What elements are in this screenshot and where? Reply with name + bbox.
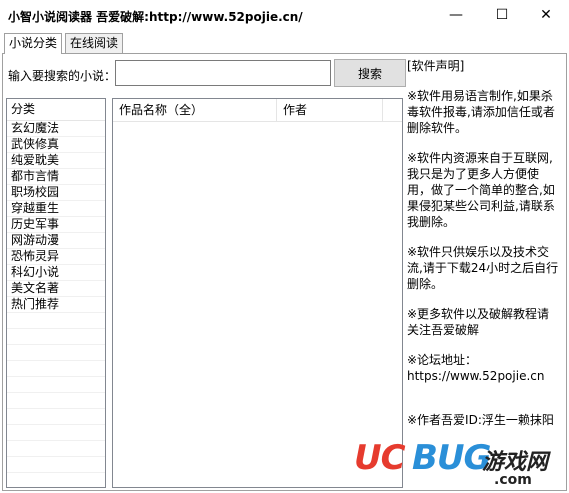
empty-row bbox=[7, 425, 105, 441]
list-item[interactable]: 武侠修真 bbox=[7, 137, 105, 153]
list-item[interactable]: 历史军事 bbox=[7, 217, 105, 233]
list-item[interactable]: 热门推荐 bbox=[7, 297, 105, 313]
disclaimer-paragraph: ※软件用易语言制作,如果杀毒软件报毒,请添加信任或者删除软件。 bbox=[407, 89, 555, 135]
search-label: 输入要搜索的小说： bbox=[8, 69, 117, 83]
list-item[interactable]: 纯爱耽美 bbox=[7, 153, 105, 169]
watermark-uc: UC bbox=[354, 438, 406, 478]
works-table-header: 作品名称（全） 作者 bbox=[113, 99, 402, 122]
empty-row bbox=[7, 441, 105, 457]
empty-row bbox=[7, 457, 105, 473]
list-item[interactable]: 恐怖灵异 bbox=[7, 249, 105, 265]
maximize-icon: ☐ bbox=[495, 7, 509, 23]
close-button[interactable]: ✕ bbox=[523, 0, 569, 30]
works-table[interactable]: 作品名称（全） 作者 bbox=[112, 98, 403, 488]
minimize-icon: — bbox=[449, 7, 463, 23]
tab-novel-categories[interactable]: 小说分类 bbox=[4, 33, 63, 54]
empty-row bbox=[7, 361, 105, 377]
list-item[interactable]: 科幻小说 bbox=[7, 265, 105, 281]
search-button[interactable]: 搜索 bbox=[334, 59, 406, 87]
disclaimer-paragraph: ※软件只供娱乐以及技术交流,请于下载24小时之后自行删除。 bbox=[407, 245, 559, 291]
list-item[interactable]: 网游动漫 bbox=[7, 233, 105, 249]
list-item[interactable]: 穿越重生 bbox=[7, 201, 105, 217]
tab-online-reading[interactable]: 在线阅读 bbox=[65, 33, 124, 53]
maximize-button[interactable]: ☐ bbox=[479, 0, 525, 30]
disclaimer-panel: [软件声明] ※软件用易语言制作,如果杀毒软件报毒,请添加信任或者删除软件。 ※… bbox=[407, 58, 561, 426]
empty-row bbox=[7, 473, 105, 487]
empty-row bbox=[7, 329, 105, 345]
site-watermark: UC BUG 游戏网 .com bbox=[354, 438, 566, 490]
disclaimer-title: [软件声明] bbox=[407, 59, 465, 73]
close-icon: ✕ bbox=[540, 7, 552, 23]
column-header-title[interactable]: 作品名称（全） bbox=[113, 99, 277, 121]
disclaimer-paragraph: ※软件内资源来自于互联网,我只是为了更多人方便使用，做了一个简单的整合,如果侵犯… bbox=[407, 151, 555, 229]
forum-url: https://www.52pojie.cn bbox=[407, 369, 545, 383]
category-list-header: 分类 bbox=[7, 99, 105, 121]
disclaimer-paragraph: ※更多软件以及破解教程请关注吾爱破解 bbox=[407, 307, 550, 337]
forum-label: ※论坛地址： bbox=[407, 353, 478, 367]
empty-row bbox=[7, 377, 105, 393]
window-title: 小智小说阅读器 吾爱破解:http://www.52pojie.cn/ bbox=[8, 10, 303, 24]
column-header-author[interactable]: 作者 bbox=[277, 99, 383, 121]
list-item[interactable]: 玄幻魔法 bbox=[7, 121, 105, 137]
author-info: ※作者吾爱ID:浮生一赖抹阳光 bbox=[407, 413, 554, 426]
watermark-bug: BUG bbox=[412, 438, 491, 478]
title-bar: 小智小说阅读器 吾爱破解:http://www.52pojie.cn/ — ☐ … bbox=[0, 0, 569, 32]
minimize-button[interactable]: — bbox=[433, 0, 479, 30]
empty-row bbox=[7, 393, 105, 409]
empty-row bbox=[7, 409, 105, 425]
list-item[interactable]: 都市言情 bbox=[7, 169, 105, 185]
list-item[interactable]: 美文名著 bbox=[7, 281, 105, 297]
empty-row bbox=[7, 313, 105, 329]
empty-row bbox=[7, 345, 105, 361]
list-item[interactable]: 职场校园 bbox=[7, 185, 105, 201]
watermark-com: .com bbox=[494, 472, 532, 488]
category-list[interactable]: 分类 玄幻魔法 武侠修真 纯爱耽美 都市言情 职场校园 穿越重生 历史军事 网游… bbox=[6, 98, 106, 488]
search-input[interactable] bbox=[115, 60, 331, 86]
